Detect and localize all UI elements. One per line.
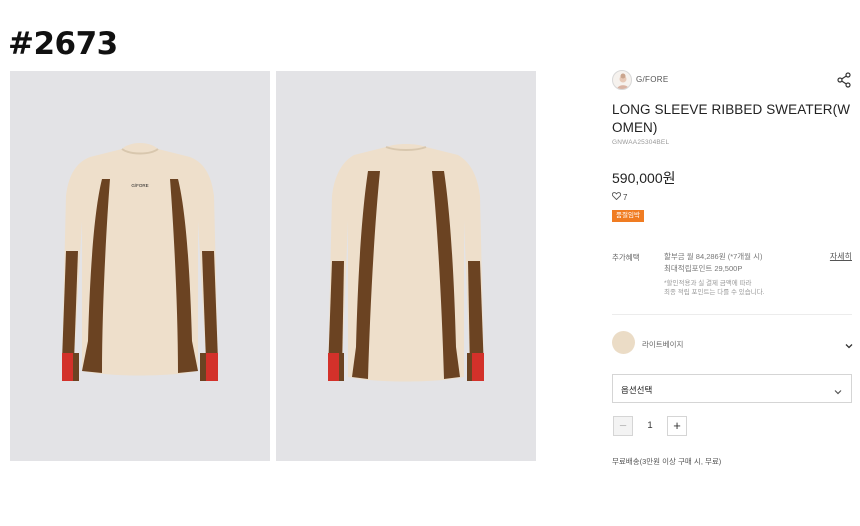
status-badge: 품절임박 — [612, 210, 644, 222]
benefit-note-line-1: *할인적용과 실 결제 금액에 따라 — [664, 280, 752, 287]
benefit-note-line-2: 최종 적립 포인트는 다를 수 있습니다. — [664, 289, 765, 296]
color-name: 라이트베이지 — [642, 340, 684, 349]
share-icon[interactable] — [836, 72, 852, 88]
like-count-value: 7 — [623, 192, 628, 202]
color-selector[interactable]: 라이트베이지 — [612, 331, 854, 357]
brand-row: G/FORE — [612, 70, 852, 92]
quantity-decrease-button[interactable]: − — [613, 416, 633, 436]
product-image-back[interactable] — [276, 71, 536, 461]
delivery-info: 무료배송(3만원 이상 구매 시, 무료) — [612, 457, 722, 466]
like-count[interactable]: 7 — [611, 192, 628, 202]
quantity-increase-button[interactable]: + — [667, 416, 687, 436]
benefit-label: 추가혜택 — [612, 253, 640, 262]
points-info: 최대적립포인트 29,500P — [664, 264, 743, 273]
heart-icon[interactable] — [611, 192, 622, 202]
option-select[interactable]: 옵션선택 — [612, 374, 852, 403]
color-swatch[interactable] — [612, 331, 635, 354]
product-code: GNWAA25304BEL — [612, 139, 670, 146]
photo-brand-logo: G/FORE — [131, 183, 148, 188]
sweater-back-image — [328, 144, 484, 382]
product-price: 590,000원 — [612, 170, 676, 186]
listing-number: #2673 — [8, 26, 118, 62]
sweater-front-image: G/FORE — [62, 143, 218, 381]
quantity-value[interactable]: 1 — [641, 420, 659, 431]
installment-info: 할부금 월 84,286원 (*7개월 시) — [664, 252, 763, 261]
benefit-note: *할인적용과 실 결제 금액에 따라 최종 적립 포인트는 다를 수 있습니다. — [664, 279, 765, 297]
product-image-front[interactable]: G/FORE — [10, 71, 270, 461]
option-select-label: 옵션선택 — [621, 385, 653, 395]
brand-avatar-icon[interactable] — [612, 70, 632, 90]
benefit-detail-link[interactable]: 자세히 — [830, 251, 852, 262]
divider — [612, 314, 852, 315]
benefit-info: 할부금 월 84,286원 (*7개월 시) 최대적립포인트 29,500P — [664, 251, 763, 275]
brand-name[interactable]: G/FORE — [636, 75, 668, 84]
product-title: LONG SLEEVE RIBBED SWEATER(WOMEN) — [612, 102, 851, 135]
chevron-down-icon — [833, 384, 843, 395]
chevron-down-icon[interactable] — [844, 338, 854, 349]
